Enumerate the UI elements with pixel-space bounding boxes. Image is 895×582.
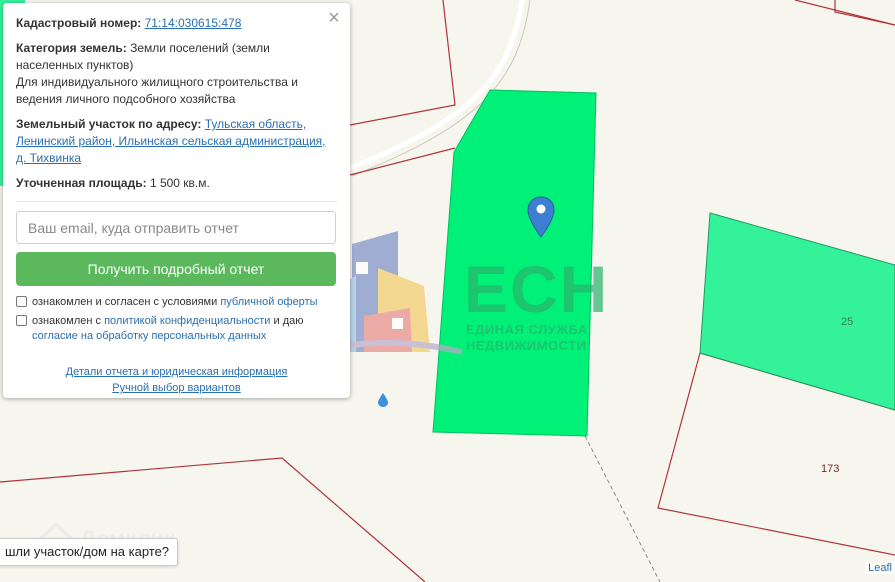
divider: [16, 201, 337, 202]
leaflet-attribution-link[interactable]: Leafl: [865, 562, 895, 574]
area-value: 1 500 кв.м.: [149, 176, 210, 190]
watermark-letters: ЕСН: [464, 252, 610, 326]
report-details-link[interactable]: Детали отчета и юридическая информация: [16, 364, 337, 380]
email-field[interactable]: [16, 211, 336, 244]
usage-text: Для индивидуального жилищного строительс…: [16, 75, 298, 106]
manual-selection-link[interactable]: Ручной выбор вариантов: [16, 380, 337, 396]
address-label: Земельный участок по адресу:: [16, 117, 202, 131]
privacy-consent-row: ознакомлен с политикой конфиденциальност…: [16, 314, 337, 344]
offer-consent-text: ознакомлен и согласен с условиями: [32, 296, 218, 308]
parcel-25[interactable]: [699, 212, 895, 411]
parcel-info-popup: × Кадастровый номер: 71:14:030615:478 Ка…: [3, 3, 350, 398]
watermark-line1: ЕДИНАЯ СЛУЖБА: [466, 322, 588, 337]
offer-consent-checkbox[interactable]: [16, 296, 27, 307]
cadastral-number-link[interactable]: 71:14:030615:478: [145, 16, 242, 30]
offer-consent-row: ознакомлен и согласен с условиями публич…: [16, 295, 337, 310]
found-parcel-question[interactable]: шли участок/дом на карте?: [0, 538, 179, 566]
dashed-line: [584, 435, 661, 582]
privacy-consent-text: ознакомлен с: [32, 315, 102, 327]
public-offer-link[interactable]: публичной оферты: [220, 296, 317, 308]
watermark-line2: НЕДВИЖИМОСТИ: [466, 338, 587, 353]
privacy-policy-link[interactable]: политикой конфиденциальности: [104, 315, 270, 327]
esn-watermark: ЕСН ЕДИНАЯ СЛУЖБА НЕДВИЖИМОСТИ: [311, 228, 607, 358]
category-label: Категория земель:: [16, 41, 127, 55]
water-drop-icon: [378, 393, 388, 407]
cadastral-label: Кадастровый номер:: [16, 16, 142, 30]
privacy-consent-checkbox[interactable]: [16, 315, 27, 326]
boundary-line: [349, 0, 456, 126]
area-label: Уточненная площадь:: [16, 176, 147, 190]
personal-data-consent-link[interactable]: согласие на обработку персональных данны…: [32, 330, 266, 342]
location-pin-icon[interactable]: [527, 196, 555, 238]
parcel-number-173: 173: [821, 463, 840, 475]
popup-footer-links: Детали отчета и юридическая информация Р…: [16, 364, 337, 396]
parcel-number-25: 25: [841, 316, 854, 328]
get-report-button[interactable]: Получить подробный отчет: [16, 252, 336, 286]
privacy-consent-middle: и даю: [273, 315, 304, 327]
close-icon[interactable]: ×: [324, 8, 344, 28]
